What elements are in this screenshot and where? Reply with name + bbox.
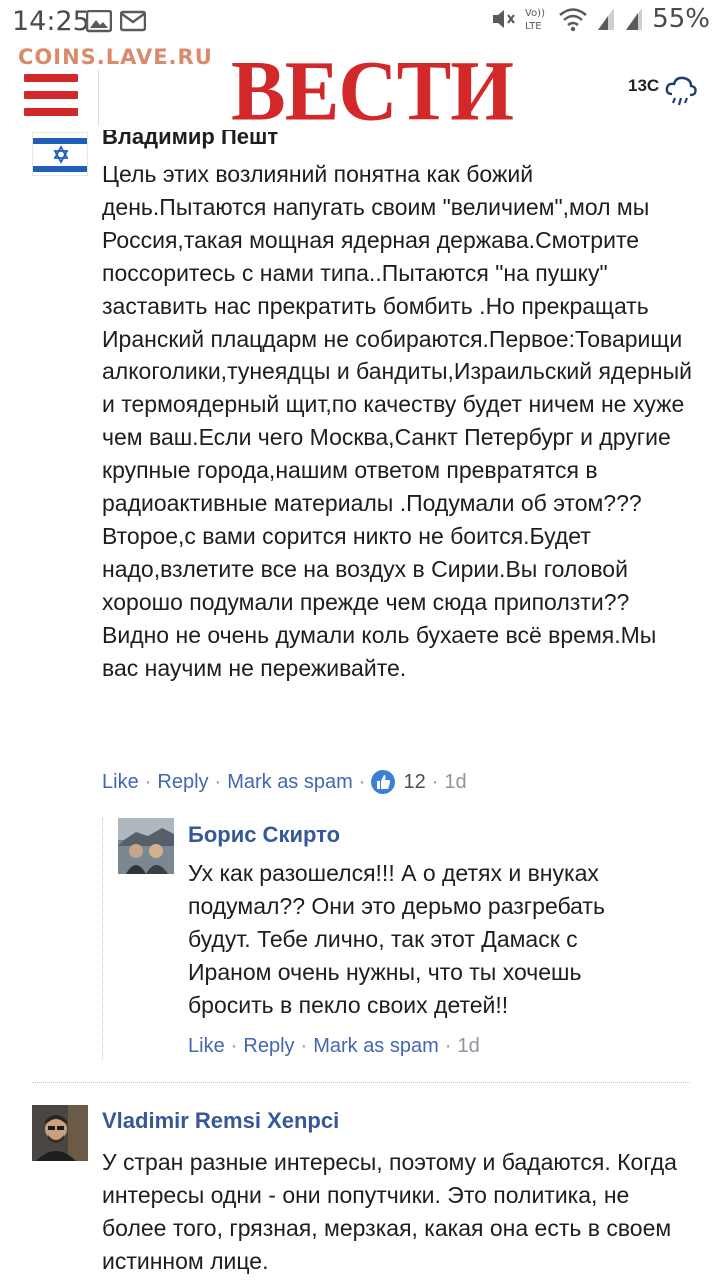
volte-icon: Vo)) LTE [525, 8, 545, 32]
avatar[interactable] [32, 1105, 88, 1161]
signal-icon [598, 8, 615, 30]
avatar[interactable] [32, 132, 88, 176]
reply-thread-line [102, 818, 103, 1060]
comment-text: Цель этих возлияний понятна как божий де… [102, 161, 693, 681]
rain-cloud-icon [665, 76, 697, 106]
reply-link[interactable]: Reply [157, 771, 208, 794]
svg-text:Vo)): Vo)) [525, 8, 545, 19]
comment-time[interactable]: 1d [444, 771, 466, 794]
site-header: COINS.LAVE.RU ВЕСТИ 13C [0, 44, 720, 134]
avatar[interactable] [118, 818, 174, 874]
like-link[interactable]: Like [102, 771, 139, 794]
watermark: COINS.LAVE.RU [18, 45, 213, 69]
comment-author[interactable]: Владимир Пешт [102, 130, 278, 150]
comment-separator [32, 1082, 690, 1083]
comment-time[interactable]: 1d [457, 1035, 479, 1058]
user-photo-icon [32, 1105, 88, 1161]
mute-icon [493, 10, 516, 28]
wifi-icon [559, 8, 588, 32]
comment-actions: Like · Reply · Mark as spam · 12 · 1d [102, 770, 467, 794]
like-count: 12 [403, 770, 426, 793]
comment-actions: Like · Reply · Mark as spam · 1d [188, 1035, 480, 1058]
weather-temperature: 13C [628, 76, 660, 95]
svg-text:LTE: LTE [525, 21, 542, 32]
comment-text: Ух как разошелся!!! А о детях и внуках п… [188, 860, 605, 1018]
image-icon [86, 10, 112, 33]
signal-icon [626, 8, 643, 30]
like-link[interactable]: Like [188, 1035, 225, 1058]
battery-level: 55% [652, 4, 710, 34]
reply-link[interactable]: Reply [243, 1035, 294, 1058]
comment-text: У стран разные интересы, поэтому и бадаю… [102, 1149, 677, 1274]
mark-as-spam-link[interactable]: Mark as spam [227, 771, 353, 794]
comment-author[interactable]: Борис Скирто [188, 822, 340, 848]
menu-button[interactable] [24, 74, 78, 122]
israel-flag-icon [33, 133, 87, 175]
comments-list: Владимир Пешт Цель этих возлияний понятн… [0, 130, 720, 1280]
status-time: 14:25 [12, 6, 90, 37]
site-logo[interactable]: ВЕСТИ [231, 47, 514, 134]
header-divider [98, 70, 99, 126]
user-photo-icon [118, 818, 174, 874]
thumbs-up-icon [371, 770, 396, 794]
mail-icon [120, 10, 146, 32]
hamburger-icon [24, 74, 78, 82]
status-bar: 14:25 Vo)) LTE 55% [0, 0, 720, 44]
comment-author[interactable]: Vladimir Remsi Xenpci [102, 1108, 339, 1134]
mark-as-spam-link[interactable]: Mark as spam [313, 1035, 439, 1058]
